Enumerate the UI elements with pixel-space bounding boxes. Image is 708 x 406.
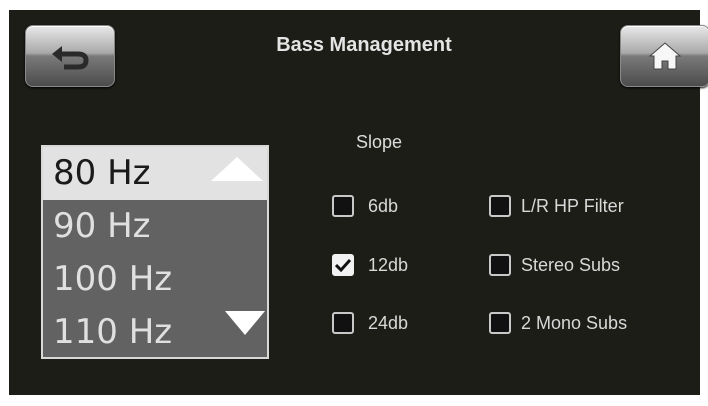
checkbox[interactable] [489, 254, 511, 276]
app-screen: Bass Management 80 Hz 90 Hz 100 Hz 110 H… [9, 10, 708, 395]
back-button[interactable] [25, 25, 115, 87]
option-label: 6db [368, 195, 399, 216]
scroll-up-icon[interactable] [209, 155, 265, 183]
checkbox[interactable] [332, 254, 354, 276]
page-title: Bass Management [276, 34, 452, 56]
slope-6db-option[interactable]: 6db [332, 195, 398, 217]
frequency-label: 80 Hz [53, 153, 151, 193]
frequency-label: 90 Hz [53, 206, 151, 246]
option-label: L/R HP Filter [521, 195, 624, 216]
checkbox[interactable] [489, 312, 511, 334]
scroll-down-icon[interactable] [223, 309, 267, 337]
slope-12db-option[interactable]: 12db [332, 254, 408, 276]
option-label: 12db [368, 254, 409, 275]
mono-subs-option[interactable]: 2 Mono Subs [489, 312, 627, 334]
checkbox[interactable] [489, 195, 511, 217]
checkbox[interactable] [332, 195, 354, 217]
option-label: Stereo Subs [521, 254, 621, 275]
stereo-subs-option[interactable]: Stereo Subs [489, 254, 620, 276]
checkmark-icon [335, 258, 351, 272]
frequency-list[interactable]: 80 Hz 90 Hz 100 Hz 110 Hz [41, 145, 269, 359]
back-arrow-icon [52, 46, 89, 70]
option-label: 24db [368, 312, 409, 333]
checkbox[interactable] [332, 312, 354, 334]
slope-label: Slope [356, 132, 403, 152]
frequency-item-90[interactable]: 90 Hz [43, 200, 267, 253]
frequency-label: 100 Hz [53, 259, 173, 299]
frequency-label: 110 Hz [53, 312, 173, 352]
home-button[interactable] [620, 25, 708, 87]
slope-24db-option[interactable]: 24db [332, 312, 408, 334]
lr-hp-filter-option[interactable]: L/R HP Filter [489, 195, 624, 217]
frequency-item-100[interactable]: 100 Hz [43, 253, 267, 306]
option-label: 2 Mono Subs [521, 312, 628, 333]
home-icon [648, 42, 682, 70]
